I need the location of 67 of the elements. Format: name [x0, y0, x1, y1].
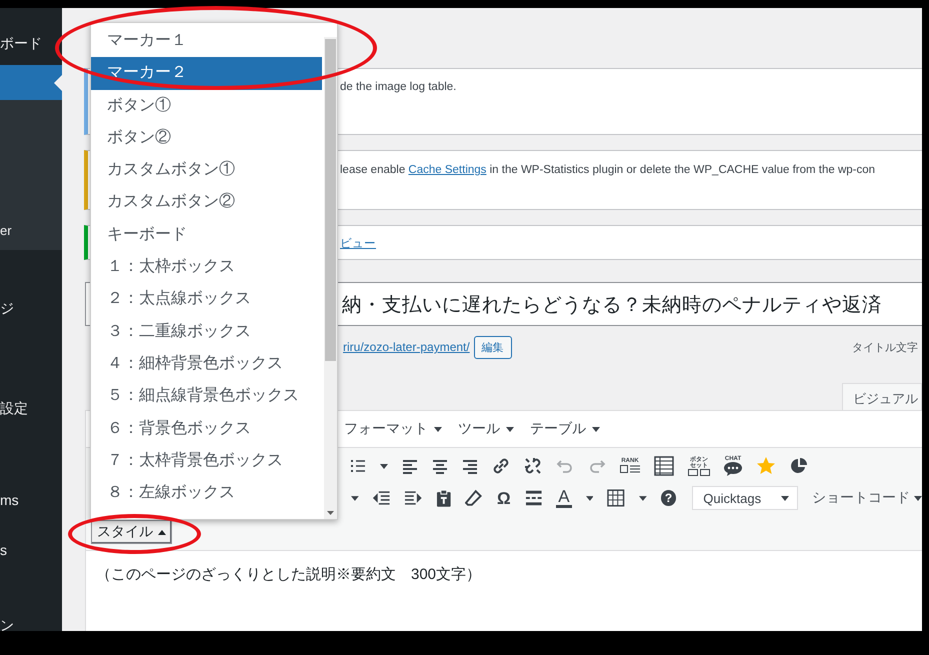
menu-button[interactable]: テーブル: [530, 420, 600, 438]
shortcode-menu[interactable]: ショートコード: [812, 489, 922, 507]
outdent-icon[interactable]: [372, 490, 390, 506]
title-count-label: タイトル文字: [852, 340, 918, 354]
indent-icon[interactable]: [404, 490, 422, 506]
menu-button[interactable]: フォーマット: [344, 420, 442, 438]
sidebar-item[interactable]: ン: [0, 617, 14, 631]
style-menu-item[interactable]: ７：太枠背景色ボックス: [91, 444, 322, 478]
permalink-link[interactable]: riru/zozo-later-payment/: [343, 340, 470, 354]
caret-up-icon[interactable]: [158, 530, 166, 534]
numbered-list-icon[interactable]: [350, 458, 366, 474]
grid-table-icon[interactable]: [607, 489, 625, 507]
menu-button[interactable]: ツール: [458, 420, 514, 438]
style-menu-item[interactable]: ボタン①: [91, 90, 322, 122]
sidebar-item[interactable]: ms: [0, 492, 19, 508]
caret-down-icon[interactable]: [434, 426, 442, 432]
align-center-icon[interactable]: [432, 458, 448, 474]
scrollbar-thumb[interactable]: [325, 39, 336, 361]
style-menu-item[interactable]: マーカー１: [91, 25, 322, 58]
unlink-icon[interactable]: [524, 457, 542, 475]
sidebar-item[interactable]: ボード: [0, 35, 42, 53]
notice-text: lease enable Cache Settings in the WP-Statistics plugin or delete the WP_CACHE value from the wp-con: [340, 164, 876, 176]
sidebar-item[interactable]: er: [0, 223, 12, 238]
align-right-icon[interactable]: [462, 458, 478, 474]
notice-link[interactable]: ビュー: [340, 236, 376, 251]
edit-button[interactable]: 編集: [474, 336, 512, 358]
notice-link[interactable]: Cache Settings: [408, 164, 486, 176]
style-menu-item[interactable]: ４：細枠背景色ボックス: [91, 348, 322, 380]
help-icon[interactable]: ?: [660, 490, 676, 506]
caret-down-icon[interactable]: [380, 464, 388, 468]
scroll-down-icon[interactable]: [327, 511, 334, 515]
sidebar-item[interactable]: 設定: [0, 400, 28, 418]
style-menu-item[interactable]: ６：背景色ボックス: [91, 412, 322, 445]
caret-down-icon[interactable]: [914, 496, 922, 500]
special-character-icon[interactable]: Ω: [497, 490, 511, 506]
sidebar-item[interactable]: s: [0, 542, 7, 558]
caret-down-icon[interactable]: [781, 496, 790, 500]
sidebar-item[interactable]: [0, 65, 62, 100]
style-menu-item[interactable]: カスタムボタン②: [91, 186, 322, 219]
quicktags-select[interactable]: Quicktags: [692, 486, 798, 510]
notice-text: de the image log table.: [340, 81, 456, 93]
link-icon[interactable]: [492, 457, 510, 475]
pie-chart-icon[interactable]: [790, 457, 808, 475]
style-button[interactable]: スタイル: [91, 520, 172, 544]
style-menu-item[interactable]: マーカー２: [91, 57, 322, 90]
editor-content[interactable]: （このページのざっくりとした説明※要約文 300文字）: [85, 551, 922, 631]
style-menu-item[interactable]: １：太枠ボックス: [91, 251, 322, 284]
table-icon[interactable]: [654, 456, 674, 476]
eraser-icon[interactable]: [465, 489, 484, 507]
clipboard-icon[interactable]: [436, 489, 452, 507]
align-left-icon[interactable]: [402, 458, 418, 474]
visual-tab[interactable]: ビジュアル: [842, 383, 922, 410]
style-menu-item[interactable]: ボタン②: [91, 122, 322, 154]
caret-down-icon[interactable]: [638, 496, 647, 500]
style-menu-item[interactable]: カスタムボタン①: [91, 154, 322, 186]
star-icon[interactable]: [756, 456, 776, 476]
style-menu-item[interactable]: ５：細点線背景色ボックス: [91, 380, 322, 413]
style-menu-item[interactable]: ８：左線ボックス: [91, 477, 322, 510]
style-menu-item[interactable]: ２：太点線ボックス: [91, 283, 322, 316]
caret-down-icon[interactable]: [586, 496, 594, 500]
caret-down-icon[interactable]: [592, 426, 600, 432]
scrollbar[interactable]: [324, 37, 337, 519]
caret-down-icon[interactable]: [351, 496, 359, 500]
sidebar-item[interactable]: ジ: [0, 300, 14, 318]
style-menu-item[interactable]: キーボード: [91, 218, 322, 252]
read-more-icon[interactable]: [524, 490, 542, 506]
caret-down-icon[interactable]: [506, 426, 514, 432]
